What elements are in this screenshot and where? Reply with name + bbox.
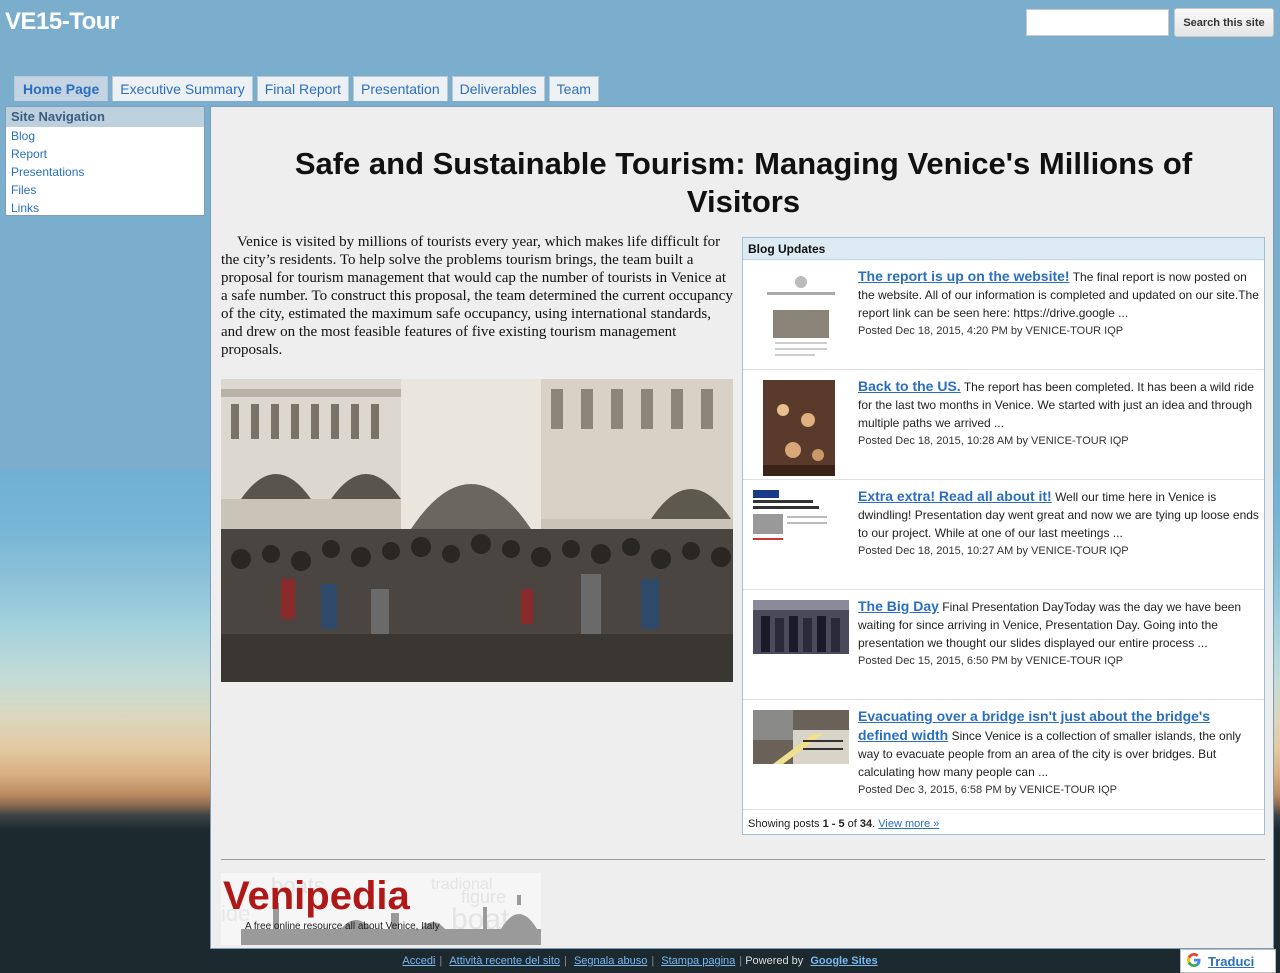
tab-final-report[interactable]: Final Report: [256, 76, 349, 101]
google-g-icon: [1186, 952, 1202, 971]
footer-link-recent-activity[interactable]: Attività recente del sito: [449, 955, 560, 967]
post-title-link[interactable]: Extra extra! Read all about it!: [858, 488, 1052, 504]
blog-post: Back to the US. The report has been comp…: [743, 370, 1264, 480]
tab-presentation[interactable]: Presentation: [353, 76, 448, 101]
translate-label: Traduci: [1208, 953, 1255, 969]
venipedia-wordmark: Venipedia: [223, 874, 410, 918]
venice-crowd-photo: [221, 379, 733, 682]
content-divider: [221, 859, 1265, 860]
main-content: Safe and Sustainable Tourism: Managing V…: [210, 106, 1274, 949]
blog-updates-panel: Blog Updates The report is up on the web…: [742, 237, 1265, 835]
view-more-link[interactable]: View more »: [878, 818, 939, 830]
sidebar-item-presentations[interactable]: Presentations: [6, 163, 204, 181]
tab-bar: Home Page Executive Summary Final Report…: [14, 76, 599, 101]
blog-pagination: Showing posts 1 - 5 of 34. View more »: [748, 818, 939, 830]
post-title-link[interactable]: The report is up on the website!: [858, 268, 1070, 284]
showing-posts-prefix: Showing posts: [748, 818, 823, 830]
powered-by-label: Powered by: [745, 955, 804, 967]
post-meta: Posted Dec 18, 2015, 4:20 PM by VENICE-T…: [858, 325, 1124, 337]
footer-link-accedi[interactable]: Accedi: [402, 955, 435, 967]
post-thumbnail[interactable]: [753, 380, 849, 476]
post-title-link[interactable]: The Big Day: [858, 598, 939, 614]
blog-post: The Big Day Final Presentation DayToday …: [743, 590, 1264, 700]
post-thumbnail[interactable]: [753, 270, 849, 366]
tab-team[interactable]: Team: [548, 76, 599, 101]
showing-posts-range: 1 - 5: [822, 818, 845, 830]
sidebar-item-report[interactable]: Report: [6, 145, 204, 163]
sidebar-item-links[interactable]: Links: [6, 199, 204, 217]
post-meta: Posted Dec 15, 2015, 6:50 PM by VENICE-T…: [858, 655, 1124, 667]
post-meta: Posted Dec 18, 2015, 10:27 AM by VENICE-…: [858, 545, 1129, 557]
post-meta: Posted Dec 3, 2015, 6:58 PM by VENICE-TO…: [858, 784, 1118, 796]
tab-home-page[interactable]: Home Page: [14, 76, 109, 101]
sidebar-item-files[interactable]: Files: [6, 181, 204, 199]
tab-executive-summary[interactable]: Executive Summary: [112, 76, 253, 101]
blog-post: The report is up on the website! The fin…: [743, 260, 1264, 370]
search-button[interactable]: Search this site: [1174, 8, 1274, 37]
page-title: Safe and Sustainable Tourism: Managing V…: [294, 146, 1193, 219]
venipedia-tagline: A free online resource all about Venice,…: [245, 921, 440, 932]
tab-deliverables[interactable]: Deliverables: [451, 76, 545, 101]
translate-widget[interactable]: Traduci: [1180, 949, 1276, 973]
blog-updates-header: Blog Updates: [743, 238, 1264, 260]
venipedia-logo[interactable]: boats tradional figure ide boat Venipedi…: [221, 873, 541, 945]
footer-link-report-abuse[interactable]: Segnala abuso: [574, 955, 647, 967]
showing-posts-of: of: [844, 818, 860, 830]
site-navigation-title: Site Navigation: [6, 107, 204, 127]
site-title[interactable]: VE15-Tour: [5, 8, 119, 36]
footer-link-print-page[interactable]: Stampa pagina: [661, 955, 735, 967]
blog-post: Evacuating over a bridge isn't just abou…: [743, 700, 1264, 810]
post-thumbnail[interactable]: [753, 600, 849, 696]
sidebar-item-blog[interactable]: Blog: [6, 127, 204, 145]
site-footer: Accedi | Attività recente del sito | Segna…: [402, 955, 878, 967]
site-navigation: Site Navigation Blog Report Presentation…: [5, 106, 205, 216]
post-meta: Posted Dec 18, 2015, 10:28 AM by VENICE-…: [858, 435, 1129, 447]
post-title-link[interactable]: Back to the US.: [858, 378, 961, 394]
intro-paragraph: Venice is visited by millions of tourist…: [221, 234, 733, 358]
google-sites-link[interactable]: Google Sites: [810, 955, 877, 967]
post-thumbnail[interactable]: [753, 490, 849, 586]
post-thumbnail[interactable]: [753, 710, 849, 806]
search-input[interactable]: [1026, 9, 1169, 36]
showing-posts-total: 34: [859, 818, 873, 830]
blog-post: Extra extra! Read all about it! Well our…: [743, 480, 1264, 590]
